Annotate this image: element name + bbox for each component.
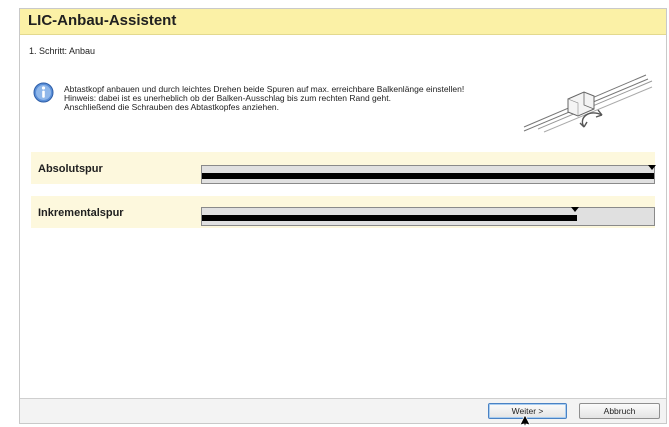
absolute-track-fill	[202, 173, 654, 179]
button-bar: Weiter > Abbruch	[20, 398, 666, 423]
absolute-track-marker	[647, 165, 656, 170]
cancel-button[interactable]: Abbruch	[579, 403, 660, 419]
track-row-incremental: Inkrementalspur	[31, 196, 655, 228]
track-label-absolute: Absolutspur	[38, 163, 103, 175]
instruction-line-3: Anschließend die Schrauben des Abtastkop…	[64, 102, 280, 112]
mouse-cursor-icon	[519, 415, 531, 427]
step-label: 1. Schritt: Anbau	[29, 46, 96, 56]
absolute-track-bar	[201, 165, 656, 184]
scanning-head-illustration	[523, 74, 653, 133]
wizard-window: LIC-Anbau-Assistent 1. Schritt: Anbau Ab…	[19, 8, 667, 424]
track-row-absolute: Absolutspur	[31, 152, 656, 184]
incremental-track-marker	[571, 207, 580, 212]
window-title: LIC-Anbau-Assistent	[28, 12, 177, 29]
incremental-track-bar	[201, 207, 655, 226]
incremental-track-fill	[202, 215, 578, 221]
title-bar: LIC-Anbau-Assistent	[20, 9, 666, 35]
instructions-text: Abtastkopf anbauen und durch leichtes Dr…	[64, 85, 464, 112]
info-icon	[33, 82, 54, 103]
track-label-incremental: Inkrementalspur	[38, 207, 124, 219]
